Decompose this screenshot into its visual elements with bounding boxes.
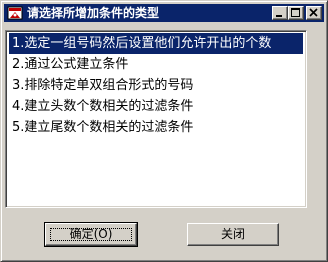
list-item[interactable]: 5.建立尾数个数相关的过滤条件 — [9, 117, 303, 138]
list-item[interactable]: 2.通过公式建立条件 — [9, 54, 303, 75]
close-button-label: 关闭 — [220, 227, 245, 241]
maximize-button[interactable] — [288, 6, 304, 20]
list-item[interactable]: 1.选定一组号码然后设置他们允许开出的个数 — [9, 33, 303, 54]
list-item[interactable]: 3.排除特定单双组合形式的号码 — [9, 75, 303, 96]
dialog-window: 请选择所增加条件的类型 1.选定一组号码然后设置他们允许开出的个数 2.通过公式… — [0, 0, 328, 262]
title-bar[interactable]: 请选择所增加条件的类型 — [4, 4, 324, 22]
minimize-icon — [276, 15, 282, 17]
window-title: 请选择所增加条件的类型 — [27, 6, 160, 20]
close-window-button[interactable] — [306, 6, 322, 20]
condition-type-listbox[interactable]: 1.选定一组号码然后设置他们允许开出的个数 2.通过公式建立条件 3.排除特定单… — [5, 30, 307, 208]
close-icon — [309, 8, 318, 17]
app-icon[interactable] — [7, 5, 23, 21]
close-button[interactable]: 关闭 — [187, 223, 279, 246]
maximize-icon — [291, 8, 300, 17]
minimize-button[interactable] — [272, 6, 288, 20]
ok-button[interactable]: 确定(O) — [44, 222, 138, 247]
ok-button-label: 确定(O) — [69, 227, 113, 241]
list-item[interactable]: 4.建立头数个数相关的过滤条件 — [9, 96, 303, 117]
